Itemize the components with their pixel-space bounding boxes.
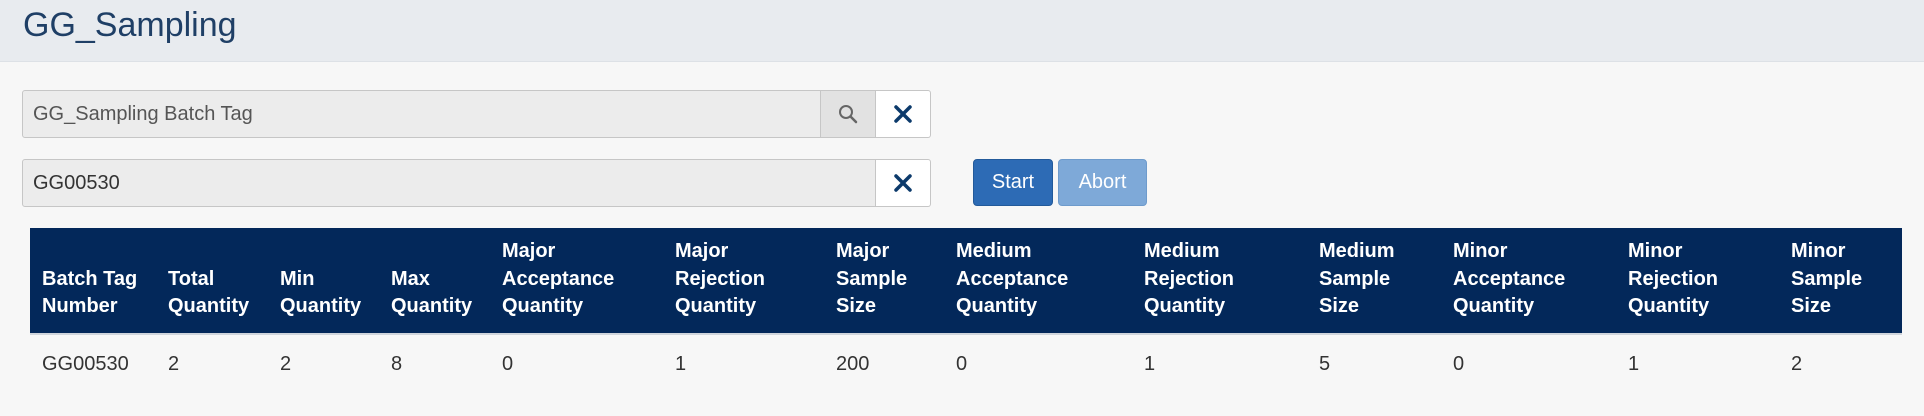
table-cell: 200 [824,332,944,394]
start-button[interactable]: Start [973,159,1053,206]
batch-search-group: GG_Sampling Batch Tag [22,90,931,138]
page-header: GG_Sampling [0,0,1924,62]
table-cell: 1 [663,332,824,394]
column-header[interactable]: Minor Rejection Quantity [1616,228,1779,334]
batch-search-input[interactable]: GG_Sampling Batch Tag [22,90,821,138]
column-header[interactable]: Medium Sample Size [1307,228,1441,334]
table-cell: 0 [490,332,663,394]
column-header[interactable]: Min Quantity [268,228,379,334]
table-cell: 8 [379,332,490,394]
table-header-row: Batch Tag Number Total Quantity Min Quan… [30,228,1902,334]
table-cell: 2 [1779,332,1902,394]
clear-search-button[interactable] [876,90,931,138]
column-header[interactable]: Major Rejection Quantity [663,228,824,334]
table-cell: 2 [156,332,268,394]
batch-value-group: GG00530 [22,159,931,207]
table-cell: 1 [1616,332,1779,394]
column-header[interactable]: Minor Acceptance Quantity [1441,228,1616,334]
abort-button[interactable]: Abort [1058,159,1147,206]
column-header[interactable]: Max Quantity [379,228,490,334]
table-cell: 1 [1132,332,1307,394]
table-cell: 0 [944,332,1132,394]
search-icon [839,105,858,124]
clear-value-button[interactable] [876,159,931,207]
column-header[interactable]: Major Acceptance Quantity [490,228,663,334]
page-title: GG_Sampling [23,6,237,44]
column-header[interactable]: Total Quantity [156,228,268,334]
column-header[interactable]: Batch Tag Number [30,228,156,334]
table-cell: 0 [1441,332,1616,394]
column-header[interactable]: Medium Acceptance Quantity [944,228,1132,334]
close-icon [894,174,912,192]
table-cell: 5 [1307,332,1441,394]
column-header[interactable]: Major Sample Size [824,228,944,334]
column-header[interactable]: Minor Sample Size [1779,228,1902,334]
table-cell: 2 [268,332,379,394]
sampling-table: Batch Tag Number Total Quantity Min Quan… [30,228,1902,394]
search-button[interactable] [821,90,876,138]
table-cell: GG00530 [30,332,156,394]
close-icon [894,105,912,123]
table-row[interactable]: GG00530 2 2 8 0 1 200 0 1 5 0 1 2 [30,332,1902,394]
column-header[interactable]: Medium Rejection Quantity [1132,228,1307,334]
batch-value-field[interactable]: GG00530 [22,159,876,207]
